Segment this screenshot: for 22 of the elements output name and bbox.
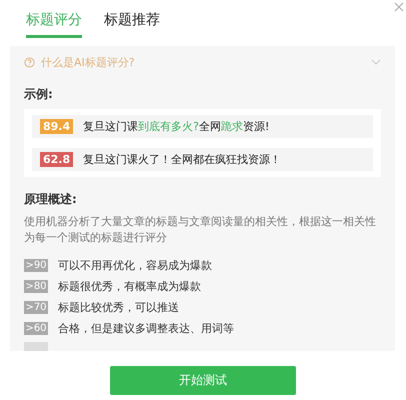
close-icon[interactable]	[394, 2, 404, 12]
example-title: 复旦这门课火了！全网都在疯狂找资源！	[83, 152, 282, 167]
tab[interactable]: 标题推荐	[104, 8, 160, 38]
grade-range: >70	[24, 301, 48, 314]
grade-range: >80	[24, 280, 48, 293]
faq-question[interactable]: 什么是AI标题评分?	[41, 54, 365, 70]
section-heading: 原理概述:	[24, 191, 78, 208]
tab[interactable]: 标题评分	[26, 8, 82, 38]
grade-meaning: 合格，但是建议多调整表达、用词等	[58, 321, 234, 336]
start-test-button[interactable]: 开始测试	[110, 366, 296, 395]
grade-meaning: 标题比较优秀，可以推送	[58, 300, 179, 315]
grade-meaning: 可以不用再优化，容易成为爆款	[58, 258, 212, 273]
section-heading: 示例:	[24, 86, 54, 103]
help-icon	[24, 56, 35, 68]
grade-meaning: 标题很优秀，有概率成为爆款	[58, 279, 201, 294]
score-badge: 62.8	[40, 152, 74, 167]
grade-range: >90	[24, 259, 48, 272]
example-title: 复旦这门课到底有多火?全网跪求资源!	[83, 119, 270, 134]
principle-text: 使用机器分析了大量文章的标题与文章阅读量的相关性，根据这一相关性为每一个测试的标题进行评分	[24, 214, 377, 246]
grade-range: >60	[24, 322, 48, 335]
chevron-icon[interactable]	[371, 59, 381, 65]
score-badge: 89.4	[40, 119, 74, 134]
